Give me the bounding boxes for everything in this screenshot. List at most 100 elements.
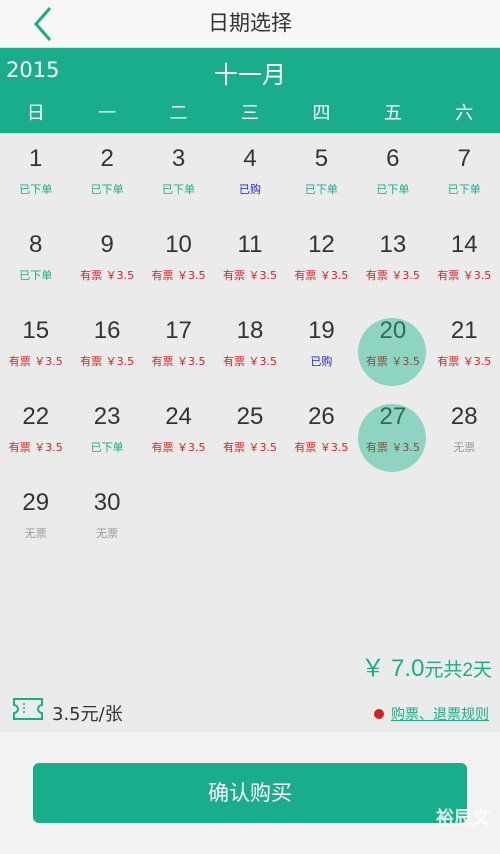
confirm-purchase-button[interactable]: 确认购买 <box>33 763 467 823</box>
day-number: 26 <box>308 403 335 430</box>
day-status: 已下单 <box>304 183 338 196</box>
day-status: 有票 ￥3.5 <box>365 269 420 282</box>
day-number: 28 <box>450 403 478 430</box>
calendar-day-6[interactable]: 6 已下单 <box>357 133 428 219</box>
title-bar: 日期选择 <box>0 0 500 48</box>
day-status: 有票 ￥3.5 <box>365 355 420 368</box>
calendar-day-17[interactable]: 17 有票 ￥3.5 <box>143 305 214 391</box>
day-status: 有票 ￥3.5 <box>8 355 63 368</box>
day-number: 29 <box>22 489 50 516</box>
total-amount: 7.0 <box>391 655 425 682</box>
calendar-day-9[interactable]: 9 有票 ￥3.5 <box>71 219 142 305</box>
calendar-day-1[interactable]: 1 已下单 <box>0 133 71 219</box>
calendar-day-2[interactable]: 2 已下单 <box>71 133 142 219</box>
day-number: 5 <box>314 145 329 172</box>
day-number: 18 <box>236 317 264 344</box>
day-number: 24 <box>165 403 192 430</box>
calendar-day-21[interactable]: 21 有票 ￥3.5 <box>429 305 500 391</box>
ticket-price: 3.5元/张 <box>52 704 123 725</box>
day-status: 已下单 <box>90 441 124 454</box>
day-number: 10 <box>165 231 192 258</box>
day-status: 已下单 <box>19 183 53 196</box>
day-number: 4 <box>243 145 257 172</box>
weekday-row: 日 一 二 三 四 五 六 <box>0 100 500 128</box>
day-status: 有票 ￥3.5 <box>365 441 420 454</box>
ticket-icon <box>13 698 43 720</box>
calendar-day-16[interactable]: 16 有票 ￥3.5 <box>71 305 142 391</box>
currency-symbol: ￥ <box>361 655 386 682</box>
day-number: 17 <box>165 317 192 344</box>
calendar-day-30[interactable]: 30 无票 <box>71 477 142 563</box>
calendar-day-4[interactable]: 4 已购 <box>214 133 285 219</box>
day-number: 3 <box>171 145 186 172</box>
day-number: 7 <box>457 145 471 172</box>
calendar-month: 十一月 <box>214 61 286 89</box>
calendar-day-11[interactable]: 11 有票 ￥3.5 <box>214 219 285 305</box>
calendar-day-12[interactable]: 12 有票 ￥3.5 <box>286 219 357 305</box>
ticket-row: 3.5元/张 购票、退票规则 <box>0 694 500 732</box>
calendar-day-23[interactable]: 23 已下单 <box>71 391 142 477</box>
day-number: 16 <box>93 317 121 344</box>
calendar-day-27[interactable]: 27 有票 ￥3.5 <box>357 391 428 477</box>
day-status: 有票 ￥3.5 <box>80 355 135 368</box>
day-status: 有票 ￥3.5 <box>8 441 63 454</box>
day-status: 已下单 <box>376 183 410 196</box>
total-description: 元共2天 <box>424 660 492 681</box>
day-status: 有票 ￥3.5 <box>80 269 135 282</box>
day-status: 无票 <box>24 527 47 540</box>
bottom-bar: 确认购买 <box>0 732 500 854</box>
day-number: 11 <box>237 231 263 258</box>
calendar-day-20[interactable]: 20 有票 ￥3.5 <box>357 305 428 391</box>
page-title: 日期选择 <box>208 11 292 35</box>
day-status: 有票 ￥3.5 <box>294 441 349 454</box>
calendar-day-10[interactable]: 10 有票 ￥3.5 <box>143 219 214 305</box>
calendar-day-18[interactable]: 18 有票 ￥3.5 <box>214 305 285 391</box>
calendar-day-19[interactable]: 19 已购 <box>286 305 357 391</box>
calendar-day-24[interactable]: 24 有票 ￥3.5 <box>143 391 214 477</box>
weekday-sat: 六 <box>455 103 474 124</box>
calendar-day-14[interactable]: 14 有票 ￥3.5 <box>429 219 500 305</box>
day-number: 30 <box>93 489 121 516</box>
calendar-day-29[interactable]: 29 无票 <box>0 477 71 563</box>
day-status: 有票 ￥3.5 <box>222 355 277 368</box>
calendar-day-15[interactable]: 15 有票 ￥3.5 <box>0 305 71 391</box>
calendar-day-13[interactable]: 13 有票 ￥3.5 <box>357 219 428 305</box>
calendar-day-5[interactable]: 5 已下单 <box>286 133 357 219</box>
day-status: 有票 ￥3.5 <box>151 355 206 368</box>
day-number: 6 <box>386 145 400 172</box>
weekday-fri: 五 <box>383 103 402 124</box>
day-status: 有票 ￥3.5 <box>151 269 206 282</box>
day-number: 21 <box>450 317 478 344</box>
day-number: 2 <box>100 145 114 172</box>
day-status: 无票 <box>453 441 476 454</box>
weekday-wed: 三 <box>240 103 259 124</box>
chevron-left-icon <box>34 7 52 41</box>
weekday-tue: 二 <box>169 103 188 124</box>
back-button[interactable] <box>20 4 64 44</box>
calendar-day-22[interactable]: 22 有票 ￥3.5 <box>0 391 71 477</box>
day-status: 已下单 <box>447 183 481 196</box>
day-status: 已下单 <box>162 183 196 196</box>
day-number: 22 <box>22 403 50 430</box>
calendar-day-26[interactable]: 26 有票 ￥3.5 <box>286 391 357 477</box>
day-number: 15 <box>22 317 50 344</box>
day-status: 有票 ￥3.5 <box>222 269 277 282</box>
day-status: 有票 ￥3.5 <box>437 269 492 282</box>
day-number: 19 <box>308 317 335 344</box>
day-number: 20 <box>379 317 407 344</box>
calendar-day-25[interactable]: 25 有票 ￥3.5 <box>214 391 285 477</box>
calendar-day-8[interactable]: 8 已下单 <box>0 219 71 305</box>
calendar-day-3[interactable]: 3 已下单 <box>143 133 214 219</box>
day-status: 有票 ￥3.5 <box>294 269 349 282</box>
day-number: 1 <box>29 145 43 172</box>
weekday-thu: 四 <box>312 103 331 124</box>
weekday-mon: 一 <box>98 103 117 124</box>
calendar-day-28[interactable]: 28 无票 <box>429 391 500 477</box>
day-status: 无票 <box>96 527 119 540</box>
day-number: 23 <box>93 403 121 430</box>
day-status: 已下单 <box>19 269 53 282</box>
day-number: 14 <box>450 231 478 258</box>
day-status: 已购 <box>310 355 333 368</box>
ticket-rules-link[interactable]: 购票、退票规则 <box>391 704 489 724</box>
calendar-day-7[interactable]: 7 已下单 <box>429 133 500 219</box>
